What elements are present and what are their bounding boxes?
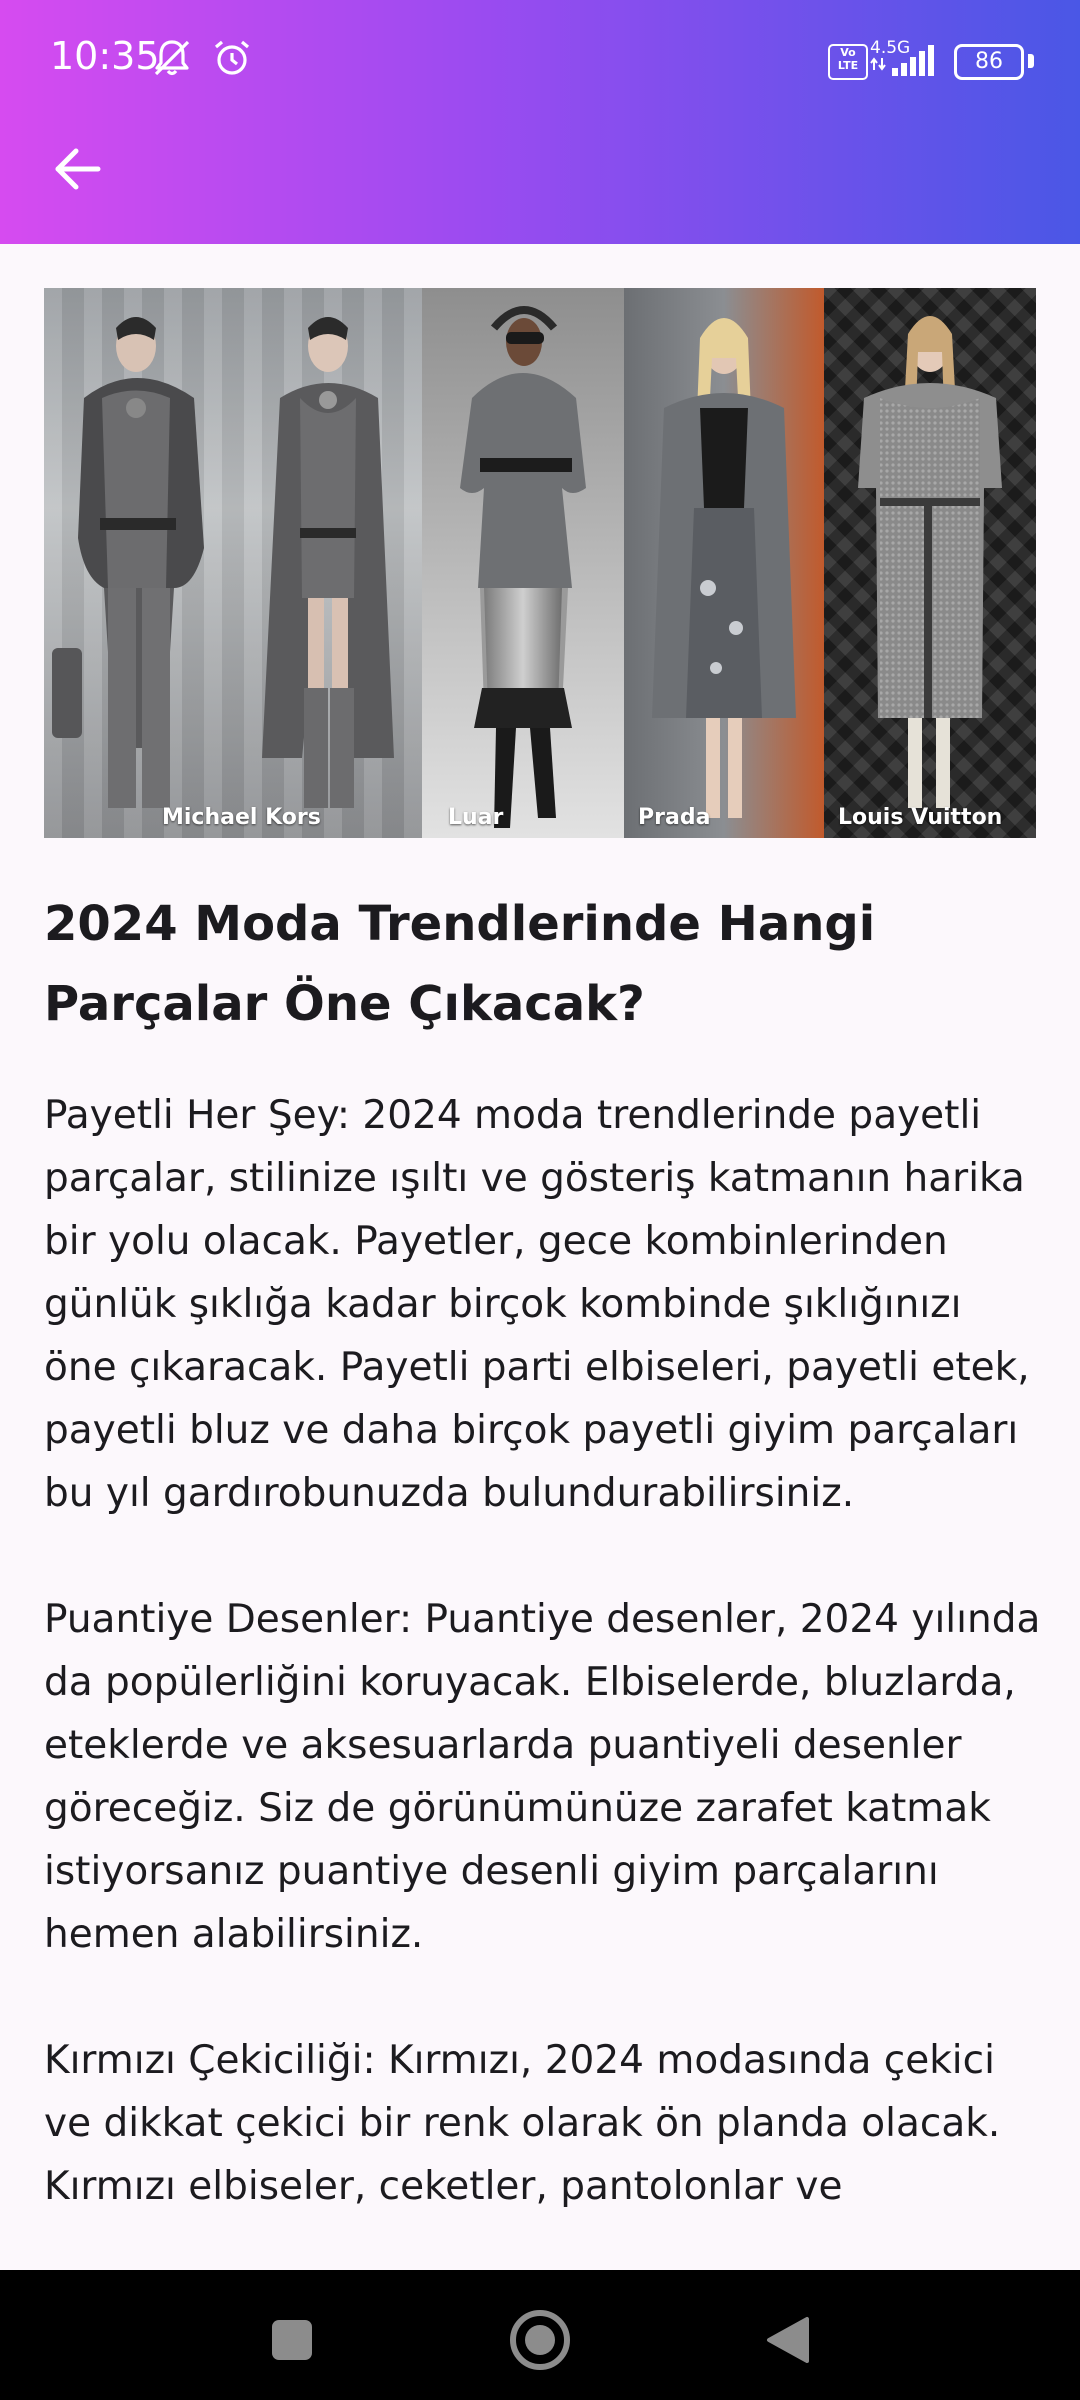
hero-look-luar: Luar	[422, 288, 624, 838]
triangle-back-icon	[767, 2317, 809, 2363]
circle-home-icon	[510, 2310, 570, 2370]
battery-level: 86	[975, 49, 1003, 74]
article-hero-image: Michael Kors Luar Prada Louis Vuitton	[44, 288, 1036, 838]
hero-look-michael-kors: Michael Kors	[44, 288, 422, 838]
system-navigation-bar	[0, 2270, 1080, 2400]
notifications-muted-icon	[150, 36, 194, 80]
hero-look-prada: Prada	[624, 288, 824, 838]
hero-look-label: Luar	[448, 805, 504, 830]
article-body: Payetli Her Şey: 2024 moda trendlerinde …	[44, 1084, 1044, 2270]
battery-tip	[1028, 54, 1034, 68]
home-button[interactable]	[500, 2300, 580, 2380]
status-time: 10:35	[50, 34, 160, 78]
article-paragraph: Puantiye Desenler: Puantiye desenler, 20…	[44, 1597, 1041, 1957]
screen: 10:35 Vo LTE 4.5G 86 Michael Kors Luar P…	[0, 0, 1080, 2400]
alarm-icon	[210, 36, 254, 80]
square-icon	[272, 2320, 312, 2360]
battery-icon: 86	[954, 44, 1024, 80]
article-paragraph: Payetli Her Şey: 2024 moda trendlerinde …	[44, 1093, 1030, 1516]
signal-strength-icon	[870, 42, 940, 78]
volte-icon: Vo LTE	[828, 44, 868, 80]
model-figure	[52, 317, 204, 808]
article-title: 2024 Moda Trendlerinde Hangi Parçalar Ön…	[44, 896, 876, 1032]
status-bar: 10:35 Vo LTE 4.5G 86	[0, 0, 1080, 120]
article-paragraph: Kırmızı Çekiciliği: Kırmızı, 2024 modası…	[44, 2038, 1001, 2209]
back-button[interactable]	[40, 132, 114, 206]
recent-apps-button[interactable]	[252, 2300, 332, 2380]
hero-look-louis-vuitton: Louis Vuitton	[824, 288, 1036, 838]
model-figure	[262, 317, 394, 808]
model-figure	[858, 316, 1002, 808]
arrow-left-icon	[55, 148, 101, 190]
article-content[interactable]: Michael Kors Luar Prada Louis Vuitton 20…	[0, 244, 1080, 2270]
app-bar: 10:35 Vo LTE 4.5G 86	[0, 0, 1080, 244]
nav-back-button[interactable]	[748, 2300, 828, 2380]
model-figure	[652, 318, 796, 818]
hero-look-label: Prada	[638, 805, 711, 830]
model-figure	[460, 306, 586, 828]
volte-label: Vo LTE	[837, 46, 859, 72]
hero-look-label: Louis Vuitton	[838, 805, 1003, 830]
hero-look-label: Michael Kors	[162, 805, 321, 830]
